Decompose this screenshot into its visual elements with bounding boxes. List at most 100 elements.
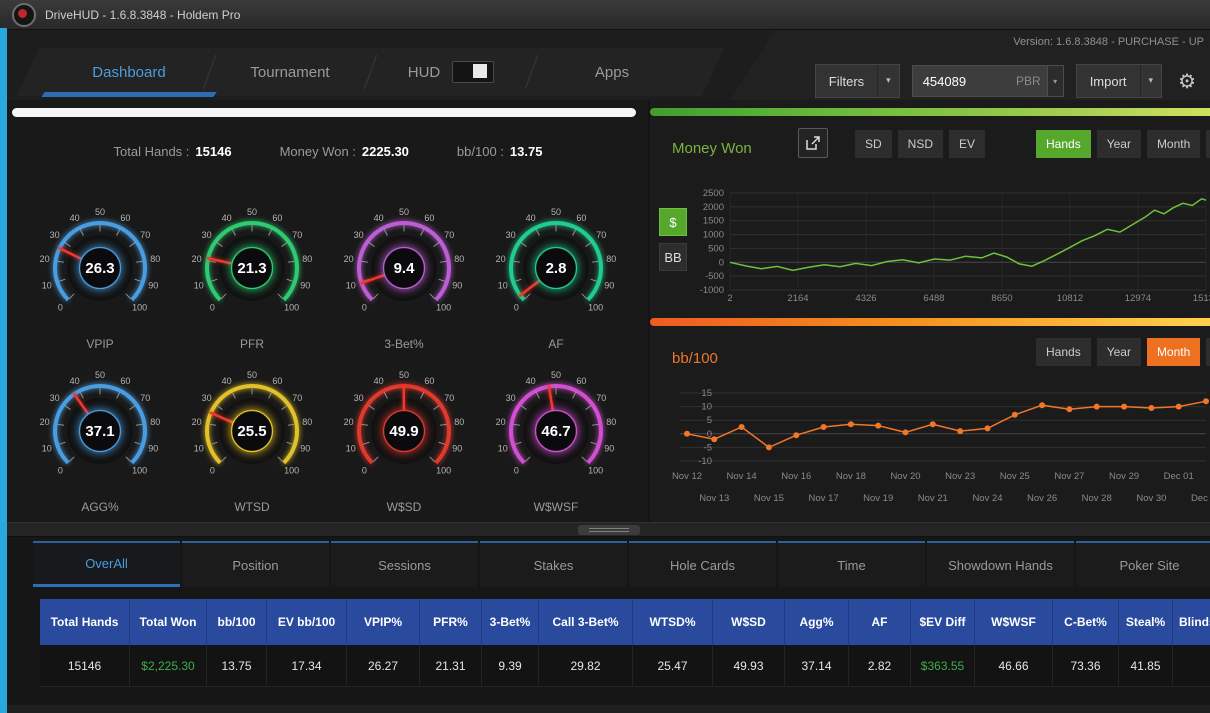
column-header-wtsd[interactable]: WTSD% — [633, 599, 713, 645]
column-header-w-sd[interactable]: W$SD — [713, 599, 785, 645]
money-period-button-month[interactable]: Month — [1146, 130, 1201, 158]
nav-tab-label: Dashboard — [92, 63, 166, 81]
svg-text:100: 100 — [588, 303, 603, 313]
svg-text:50: 50 — [247, 207, 257, 217]
column-header-blinds[interactable]: Blinds — [1173, 599, 1210, 645]
svg-text:10: 10 — [701, 402, 712, 413]
money-period-button-year[interactable]: Year — [1096, 130, 1141, 158]
hud-toggle[interactable] — [452, 61, 494, 83]
search-dropdown-button[interactable]: ▾ — [1046, 66, 1063, 96]
table-row[interactable]: 15146 $2,225.30 13.75 17.34 26.27 21.31 9.39 29… — [40, 645, 1210, 687]
column-header-af[interactable]: AF — [849, 599, 911, 645]
svg-text:100: 100 — [284, 466, 299, 476]
svg-text:50: 50 — [95, 370, 105, 380]
nav-tab-apps[interactable]: Apps — [532, 48, 692, 96]
main-nav-tabs: Dashboard Tournament HUD Apps — [17, 48, 724, 96]
column-header-c-bet[interactable]: C-Bet% — [1053, 599, 1119, 645]
svg-text:12974: 12974 — [1125, 293, 1151, 304]
svg-text:80: 80 — [150, 254, 160, 264]
svg-text:20: 20 — [344, 254, 354, 264]
column-header-bb-100[interactable]: bb/100 — [207, 599, 267, 645]
splitter-handle[interactable] — [577, 525, 640, 535]
column-header-w-wsf[interactable]: W$WSF — [975, 599, 1053, 645]
stat-button-sd[interactable]: SD — [855, 130, 892, 158]
svg-text:-5: -5 — [704, 442, 712, 453]
svg-text:30: 30 — [50, 393, 60, 403]
tab-stakes[interactable]: Stakes — [480, 541, 627, 587]
svg-text:15: 15 — [701, 388, 712, 399]
stat-button-nsd[interactable]: NSD — [897, 130, 944, 158]
player-search-input[interactable]: 454089 PBR ▾ — [911, 65, 1064, 97]
tab-position[interactable]: Position — [182, 541, 329, 587]
search-input-value: 454089 — [922, 73, 967, 89]
column-header-steal[interactable]: Steal% — [1119, 599, 1173, 645]
nav-tab-dashboard[interactable]: Dashboard — [49, 48, 209, 96]
tab-hole-cards[interactable]: Hole Cards — [629, 541, 776, 587]
search-input-suffix: PBR — [1016, 74, 1041, 88]
import-button[interactable]: Import ▾ — [1075, 64, 1163, 98]
cell-bb-100: 13.75 — [207, 645, 267, 687]
gauge-value: 49.9 — [389, 423, 418, 440]
tab-poker-site[interactable]: Poker Site — [1076, 541, 1210, 587]
money-won-chart-title: Money Won — [672, 140, 752, 157]
cell-steal: 41.85 — [1119, 645, 1173, 687]
bb100-marker — [902, 429, 909, 436]
svg-text:Nov 12: Nov 12 — [672, 471, 702, 482]
svg-text:100: 100 — [132, 303, 147, 313]
top-scrollbar[interactable] — [12, 108, 636, 117]
app-logo-icon — [12, 2, 36, 27]
column-header-total-won[interactable]: Total Won — [130, 599, 207, 645]
gauge-dial: 0 10 20 30 40 50 60 70 80 90 100 2.8 — [496, 207, 617, 313]
summary-stats: Total Hands : 15146 Money Won : 2225.30 bb… — [8, 144, 648, 159]
svg-text:Nov 20: Nov 20 — [890, 471, 920, 482]
bb100-marker — [793, 432, 800, 439]
svg-text:500: 500 — [708, 243, 724, 254]
column-header-3-bet[interactable]: 3-Bet% — [482, 599, 539, 645]
nav-tab-hud[interactable]: HUD — [371, 48, 531, 96]
svg-text:0: 0 — [362, 303, 367, 313]
svg-text:60: 60 — [576, 213, 586, 223]
svg-text:30: 30 — [354, 393, 364, 403]
tab-time[interactable]: Time — [778, 541, 925, 587]
stat-value: 13.75 — [509, 144, 543, 159]
svg-text:10: 10 — [194, 280, 204, 290]
column-header-ev-diff[interactable]: $EV Diff — [911, 599, 975, 645]
stat-button-ev[interactable]: EV — [949, 130, 986, 158]
money-period-button-week[interactable]: Week — [1206, 130, 1210, 158]
svg-text:50: 50 — [551, 370, 561, 380]
bb-period-button-hands[interactable]: Hands — [1036, 338, 1091, 366]
gauge-dial: 0 10 20 30 40 50 60 70 80 90 100 49.9 — [344, 370, 465, 476]
column-header-call-3-bet[interactable]: Call 3-Bet% — [539, 599, 633, 645]
settings-gear-icon[interactable]: ⚙ — [1174, 69, 1200, 93]
svg-text:0: 0 — [514, 466, 519, 476]
column-header-vpip[interactable]: VPIP% — [347, 599, 420, 645]
tab-sessions[interactable]: Sessions — [331, 541, 478, 587]
column-header-agg[interactable]: Agg% — [785, 599, 849, 645]
svg-text:-10: -10 — [698, 456, 712, 467]
money-won-accent-bar — [650, 108, 1210, 116]
gauge-value: 2.8 — [546, 260, 567, 277]
cell-total-won: $2,225.30 — [130, 645, 207, 687]
gauge-label: W$WSF — [533, 500, 579, 514]
dashboard-gauges-panel: Total Hands : 15146 Money Won : 2225.30 bb… — [8, 100, 648, 530]
column-header-ev-bb-100[interactable]: EV bb/100 — [267, 599, 347, 645]
bb-period-button-week[interactable]: Week — [1206, 338, 1210, 366]
nav-tab-tournament[interactable]: Tournament — [210, 48, 370, 96]
svg-text:Nov 23: Nov 23 — [945, 471, 975, 482]
bb-period-button-month[interactable]: Month — [1146, 338, 1201, 366]
column-header-total-hands[interactable]: Total Hands — [40, 599, 130, 645]
svg-text:Nov 19: Nov 19 — [863, 493, 893, 504]
filters-button[interactable]: Filters ▾ — [814, 64, 900, 98]
svg-text:Nov 25: Nov 25 — [1000, 471, 1030, 482]
column-header-pfr[interactable]: PFR% — [420, 599, 482, 645]
bb100-marker — [1175, 403, 1182, 410]
title-bar[interactable]: DriveHUD - 1.6.8.3848 - Holdem Pro — [0, 0, 1210, 30]
charts-panel: Money Won SDNSDEV HandsYearMonthWeek $BB… — [650, 100, 1210, 530]
tab-showdown-hands[interactable]: Showdown Hands — [927, 541, 1074, 587]
bb-period-button-year[interactable]: Year — [1096, 338, 1141, 366]
cell-w-sd: 49.93 — [713, 645, 785, 687]
nav-tab-label: HUD — [407, 63, 441, 81]
export-chart-button[interactable] — [798, 128, 828, 158]
tab-overall[interactable]: OverAll — [33, 541, 180, 587]
money-period-button-hands[interactable]: Hands — [1036, 130, 1091, 158]
